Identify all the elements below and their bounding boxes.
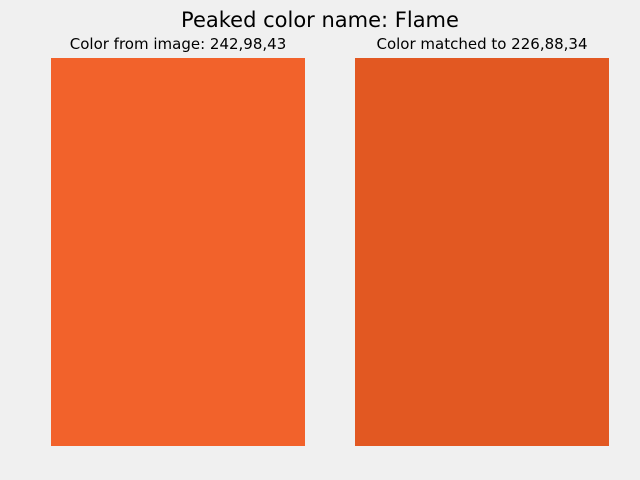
figure-title: Peaked color name: Flame (181, 8, 459, 32)
image-color-swatch (51, 58, 305, 446)
figure-canvas: Peaked color name: Flame Color from imag… (0, 0, 640, 480)
matched-color-swatch (355, 58, 609, 446)
matched-color-title: Color matched to 226,88,34 (376, 35, 588, 53)
image-color-title: Color from image: 242,98,43 (69, 35, 287, 53)
